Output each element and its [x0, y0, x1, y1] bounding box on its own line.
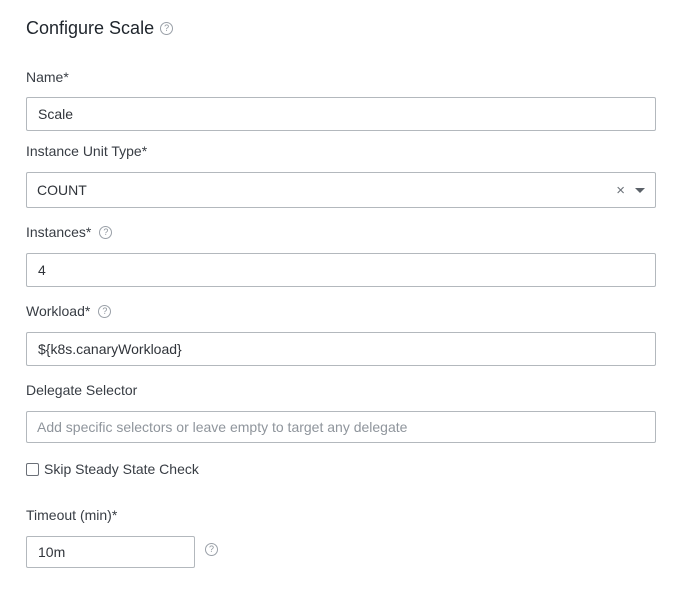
help-icon[interactable]: ?	[205, 543, 218, 556]
instance-unit-type-value: COUNT	[37, 182, 87, 198]
page-title-text: Configure Scale	[26, 18, 155, 38]
timeout-label-text: Timeout (min)*	[26, 507, 118, 523]
name-input[interactable]: Scale	[26, 97, 656, 131]
help-icon[interactable]: ?	[99, 225, 113, 239]
chevron-down-icon[interactable]	[635, 187, 645, 193]
timeout-input[interactable]: 10m	[26, 536, 195, 568]
workload-label-text: Workload*	[26, 303, 91, 319]
name-label-text: Name*	[26, 69, 69, 85]
instances-input[interactable]: 4	[26, 253, 656, 287]
delegate-selector-label: Delegate Selector	[26, 382, 137, 398]
skip-steady-state-label: Skip Steady State Check	[44, 461, 199, 477]
page-title: Configure Scale ?	[26, 18, 174, 39]
instance-unit-type-label-text: Instance Unit Type*	[26, 143, 148, 159]
skip-steady-state-row: Skip Steady State Check	[26, 461, 199, 477]
instance-unit-type-select[interactable]: COUNT ×	[26, 172, 656, 208]
workload-input[interactable]: ${k8s.canaryWorkload}	[26, 332, 656, 366]
name-label: Name*	[26, 69, 69, 85]
skip-steady-state-checkbox[interactable]	[26, 462, 39, 476]
timeout-label: Timeout (min)*	[26, 507, 117, 523]
instances-label: Instances* ?	[26, 224, 113, 240]
instance-unit-type-label: Instance Unit Type*	[26, 143, 147, 159]
help-icon[interactable]: ?	[98, 304, 112, 318]
workload-label: Workload* ?	[26, 303, 112, 319]
select-controls: ×	[616, 173, 645, 207]
instances-label-text: Instances*	[26, 224, 92, 240]
delegate-selector-input[interactable]: Add specific selectors or leave empty to…	[26, 411, 656, 443]
clear-icon[interactable]: ×	[616, 183, 625, 198]
help-icon[interactable]: ?	[160, 22, 174, 35]
delegate-selector-label-text: Delegate Selector	[26, 382, 138, 398]
